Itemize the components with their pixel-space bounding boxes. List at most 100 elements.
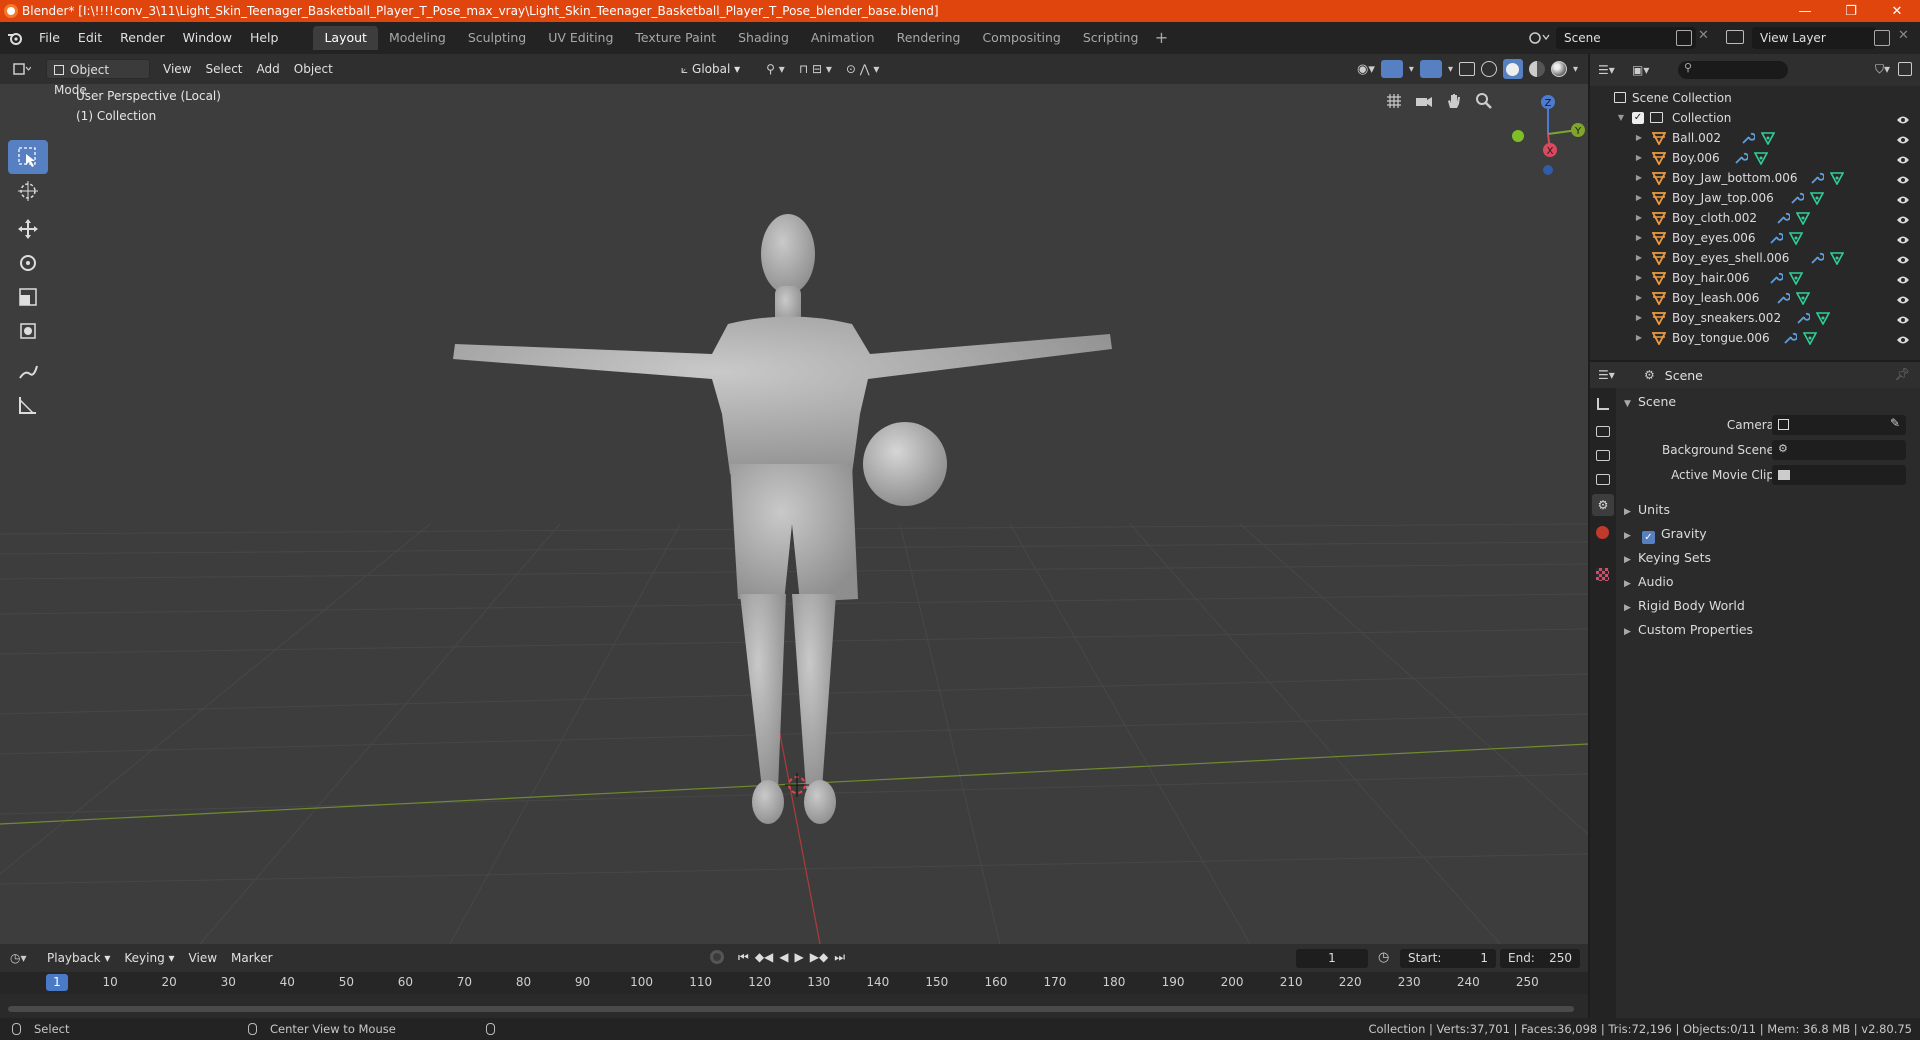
shading-solid-icon[interactable] (1502, 59, 1523, 79)
expand-arrow-icon[interactable]: ▶ (1634, 188, 1644, 208)
units-section[interactable]: ▶ Units (1624, 498, 1914, 522)
expand-arrow-icon[interactable]: ▶ (1634, 148, 1644, 168)
new-view-layer-icon[interactable] (1874, 30, 1890, 46)
audio-section[interactable]: ▶ Audio (1624, 570, 1914, 594)
minimize-button[interactable]: — (1782, 0, 1828, 22)
active-movie-clip-field[interactable] (1772, 465, 1906, 485)
current-frame-indicator[interactable]: 1 (46, 974, 68, 991)
shading-rendered-icon[interactable] (1550, 61, 1567, 77)
play-reverse-icon[interactable]: ◀ (779, 950, 788, 965)
tab-uv-editing[interactable]: UV Editing (537, 26, 624, 50)
scene-browse-icon[interactable] (1528, 29, 1554, 47)
outliner-object-row[interactable]: ▶ Boy_eyes.006 (1590, 228, 1920, 248)
transform-orientation-dropdown[interactable]: ⟀ Global ▾ (674, 59, 747, 79)
add-workspace-button[interactable]: + (1149, 26, 1173, 50)
pivot-point-icon[interactable]: ⚲ ▾ (759, 59, 792, 79)
snap-icon[interactable]: ⊓ ⊟ ▾ (792, 59, 839, 79)
new-scene-icon[interactable] (1676, 30, 1692, 46)
shading-material-icon[interactable] (1528, 61, 1545, 77)
viewport-menu-add[interactable]: Add (250, 59, 287, 79)
transform-tool-icon[interactable] (8, 314, 48, 348)
outliner-object-row[interactable]: ▶ Boy.006 (1590, 148, 1920, 168)
rigid-body-world-section[interactable]: ▶ Rigid Body World (1624, 594, 1914, 618)
view-layer-selector[interactable]: View Layer (1752, 27, 1876, 49)
preview-range-icon[interactable]: ◷ (1378, 950, 1389, 965)
tool-tab-icon[interactable] (1597, 398, 1609, 410)
gizmo-toggle-icon[interactable] (1380, 60, 1403, 78)
outliner-editor-type-icon[interactable]: ☰▾ (1598, 63, 1622, 77)
tab-modeling[interactable]: Modeling (378, 26, 457, 50)
viewport-menu-object[interactable]: Object (287, 59, 340, 79)
record-icon[interactable] (710, 950, 724, 964)
expand-arrow-icon[interactable]: ▶ (1634, 288, 1644, 308)
tab-sculpting[interactable]: Sculpting (457, 26, 537, 50)
tab-rendering[interactable]: Rendering (886, 26, 972, 50)
end-frame-field[interactable]: End: 250 (1500, 949, 1580, 968)
gravity-checkbox[interactable]: ✓ (1641, 531, 1655, 544)
visibility-icon[interactable]: ◉▾ (1357, 62, 1375, 77)
world-tab-icon[interactable] (1596, 526, 1609, 539)
filter-icon[interactable]: ⛉▾ (1875, 62, 1890, 77)
render-tab-icon[interactable] (1596, 426, 1610, 437)
object-mode-dropdown[interactable]: Object Mode (46, 59, 150, 97)
scene-selector[interactable]: Scene (1556, 27, 1696, 49)
cursor-tool-icon[interactable] (8, 174, 48, 208)
tab-scripting[interactable]: Scripting (1072, 26, 1150, 50)
shading-dropdown-icon[interactable]: ▾ (1573, 64, 1578, 75)
background-scene-field[interactable]: ⚙ (1772, 440, 1906, 460)
texture-tab-icon[interactable] (1596, 568, 1609, 581)
keying-sets-section[interactable]: ▶ Keying Sets (1624, 546, 1914, 570)
display-mode-icon[interactable]: ▣▾ (1632, 63, 1658, 77)
xray-toggle-icon[interactable] (1458, 62, 1475, 76)
rotate-tool-icon[interactable] (8, 246, 48, 280)
outliner-object-row[interactable]: ▶ Boy_leash.006 (1590, 288, 1920, 308)
output-tab-icon[interactable] (1596, 450, 1610, 461)
menu-window[interactable]: Window (174, 26, 241, 50)
camera-field[interactable]: ✎ (1772, 415, 1906, 435)
pan-view-icon[interactable] (1441, 88, 1467, 114)
timeline-ruler[interactable]: 1 10 20 30 40 50 60 70 80 90 100 110 120 130 140 150 16… (0, 972, 1588, 994)
jump-start-icon[interactable]: ⏮ (738, 950, 749, 965)
tab-layout[interactable]: Layout (313, 26, 378, 50)
zoom-view-icon[interactable] (1471, 88, 1497, 114)
outliner-search-input[interactable]: ⚲ (1678, 61, 1788, 79)
timeline-menu-playback[interactable]: Playback ▾ (40, 948, 117, 968)
outliner-object-row[interactable]: ▶ Boy_Jaw_top.006 (1590, 188, 1920, 208)
expand-arrow-icon[interactable]: ▶ (1634, 228, 1644, 248)
overlays-dropdown-icon[interactable]: ▾ (1448, 64, 1453, 75)
expand-arrow-icon[interactable]: ▶ (1634, 268, 1644, 288)
custom-properties-section[interactable]: ▶ Custom Properties (1624, 618, 1914, 642)
tab-animation[interactable]: Animation (800, 26, 886, 50)
outliner-object-row[interactable]: ▶ Boy_cloth.002 (1590, 208, 1920, 228)
play-icon[interactable]: ▶ (795, 950, 804, 965)
3d-viewport[interactable]: Object Mode View Select Add Object ⟀ Glob… (0, 54, 1588, 944)
gizmo-dropdown-icon[interactable]: ▾ (1409, 64, 1414, 75)
viewport-menu-select[interactable]: Select (198, 59, 249, 79)
outliner-object-row[interactable]: ▶ Boy_sneakers.002 (1590, 308, 1920, 328)
visibility-eye-icon[interactable] (1896, 331, 1910, 351)
viewport-menu-view[interactable]: View (156, 59, 198, 79)
eyedropper-icon[interactable]: ✎ (1890, 416, 1900, 430)
scene-panel-header[interactable]: ▼ Scene (1624, 390, 1914, 414)
delete-scene-icon[interactable]: ✕ (1698, 28, 1709, 43)
close-button[interactable]: ✕ (1874, 0, 1920, 22)
properties-editor-type-icon[interactable]: ☰▾ (1598, 368, 1628, 382)
scene-collection-row[interactable]: Scene Collection (1590, 88, 1920, 108)
timeline-menu-view[interactable]: View (182, 948, 224, 968)
jump-end-icon[interactable]: ⏭ (834, 950, 845, 965)
navigation-gizmo[interactable]: Z Y X (1510, 88, 1586, 178)
tab-shading[interactable]: Shading (727, 26, 800, 50)
menu-help[interactable]: Help (241, 26, 288, 50)
outliner-object-row[interactable]: ▶ Boy_hair.006 (1590, 268, 1920, 288)
current-frame-field[interactable]: 1 (1296, 949, 1368, 968)
select-box-tool-icon[interactable] (8, 140, 48, 174)
grid-view-icon[interactable] (1381, 88, 1407, 114)
blender-menu-icon[interactable] (0, 26, 30, 50)
outliner-object-row[interactable]: ▶ Boy_tongue.006 (1590, 328, 1920, 348)
start-frame-field[interactable]: Start: 1 (1400, 949, 1496, 968)
maximize-button[interactable]: ❐ (1828, 0, 1874, 22)
menu-render[interactable]: Render (111, 26, 174, 50)
collection-checkbox[interactable]: ✓ (1632, 112, 1644, 124)
expand-arrow-icon[interactable]: ▶ (1634, 308, 1644, 328)
scale-tool-icon[interactable] (8, 280, 48, 314)
